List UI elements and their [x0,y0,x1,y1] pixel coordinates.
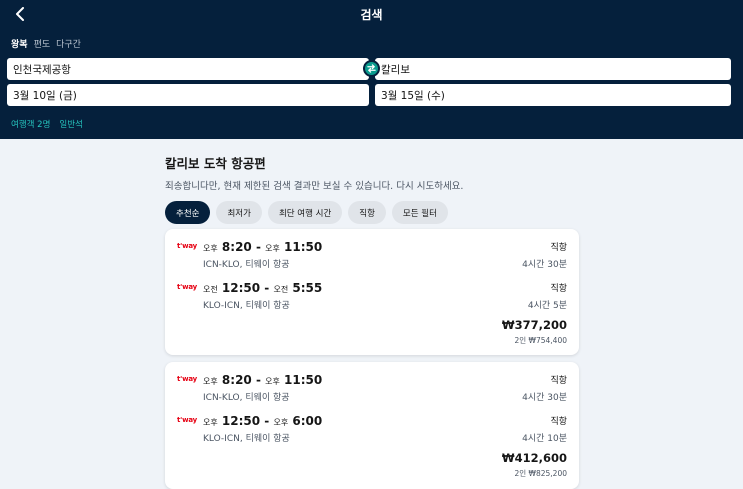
leg-duration: 4시간 30분 [522,260,567,270]
leg-duration: 4시간 10분 [522,434,567,444]
total-price: 2인 ₩825,200 [514,469,568,478]
trip-type-tabs: 왕복 편도 다구간 [11,37,81,50]
leg-duration: 4시간 5분 [527,301,567,311]
travelers-link[interactable]: 여행객 2명 [11,118,50,130]
depart-date-field[interactable]: 3월 10일 (금) [7,84,369,106]
leg-times: 오후 8:20 - 오후 11:50 [203,240,322,254]
destination-field[interactable]: 칼리보 [375,58,731,80]
arr-ampm: 오후 [265,244,280,253]
leg-times: 오후 8:20 - 오후 11:50 [203,373,322,387]
dep-ampm: 오후 [203,244,218,253]
return-leg: t'way 오전 12:50 - 오전 5:55 KLO-ICN, 티웨이 항공… [165,281,579,321]
leg-route: KLO-ICN, 티웨이 항공 [203,434,290,444]
tab-multi-city[interactable]: 다구간 [56,37,81,50]
leg-duration: 4시간 30분 [522,393,567,403]
filter-all[interactable]: 모든 필터 [391,201,448,224]
leg-stops: 직항 [550,243,567,253]
flight-card[interactable]: t'way 오후 8:20 - 오후 11:50 ICN-KLO, 티웨이 항공… [165,362,579,489]
dep-ampm: 오후 [203,418,218,427]
outbound-leg: t'way 오후 8:20 - 오후 11:50 ICN-KLO, 티웨이 항공… [165,240,579,280]
filter-cheapest[interactable]: 최저가 [216,201,262,224]
airline-logo: t'way [177,283,198,291]
leg-stops: 직항 [550,417,567,427]
arr-ampm: 오전 [273,285,289,294]
arr-ampm: 오후 [273,418,289,427]
results-notice: 죄송합니다만, 현재 제한된 검색 결과만 보실 수 있습니다. 다시 시도하세… [165,181,464,192]
dep-ampm: 오후 [203,377,218,386]
results-title: 칼리보 도착 항공편 [165,156,266,171]
results-header: 칼리보 도착 항공편 죄송합니다만, 현재 제한된 검색 결과만 보실 수 있습… [165,153,579,224]
swap-button[interactable] [363,60,380,77]
leg-times: 오전 12:50 - 오전 5:55 [203,281,322,295]
return-date-field[interactable]: 3월 15일 (수) [375,84,731,106]
origin-field[interactable]: 인천국제공항 [7,58,369,80]
airline-logo: t'way [177,416,198,424]
return-leg: t'way 오후 12:50 - 오후 6:00 KLO-ICN, 티웨이 항공… [165,414,579,454]
arr-ampm: 오후 [265,377,280,386]
leg-route: ICN-KLO, 티웨이 항공 [203,260,290,270]
leg-times: 오후 12:50 - 오후 6:00 [203,414,322,428]
tab-one-way[interactable]: 편도 [34,37,51,50]
price: ₩412,600 [501,451,567,465]
dep-time: 12:50 [221,281,261,295]
leg-route: ICN-KLO, 티웨이 항공 [203,393,290,403]
leg-stops: 직항 [550,284,567,294]
time-separator: - [251,373,266,387]
arr-time: 11:50 [284,240,323,254]
tab-round-trip[interactable]: 왕복 [11,37,28,50]
time-separator: - [260,414,274,428]
outbound-leg: t'way 오후 8:20 - 오후 11:50 ICN-KLO, 티웨이 항공… [165,373,579,413]
swap-icon [367,64,376,73]
leg-stops: 직항 [550,376,567,386]
airline-logo: t'way [177,242,198,250]
airline-logo: t'way [177,375,198,383]
dep-time: 12:50 [221,414,261,428]
leg-route: KLO-ICN, 티웨이 항공 [203,301,290,311]
filter-chips: 추천순 최저가 최단 여행 시간 직항 모든 필터 [165,201,579,224]
filter-recommended[interactable]: 추천순 [165,201,211,224]
flight-card[interactable]: t'way 오후 8:20 - 오후 11:50 ICN-KLO, 티웨이 항공… [165,229,579,355]
arr-time: 5:55 [292,281,323,295]
total-price: 2인 ₩754,400 [514,336,568,345]
cabin-link[interactable]: 일반석 [59,118,82,130]
search-header: 검색 왕복 편도 다구간 인천국제공항 칼리보 3월 10일 (금) 3월 15… [0,0,743,139]
arr-time: 6:00 [292,414,323,428]
dep-time: 8:20 [221,373,252,387]
filter-direct[interactable]: 직항 [348,201,386,224]
filter-fastest[interactable]: 최단 여행 시간 [267,201,343,224]
dep-ampm: 오전 [203,285,218,294]
arr-time: 11:50 [284,373,323,387]
dep-time: 8:20 [221,240,252,254]
traveler-cabin-row: 여행객 2명 일반석 [11,118,83,130]
price: ₩377,200 [501,318,567,332]
page-title: 검색 [360,8,383,22]
time-separator: - [260,281,274,295]
time-separator: - [251,240,266,254]
